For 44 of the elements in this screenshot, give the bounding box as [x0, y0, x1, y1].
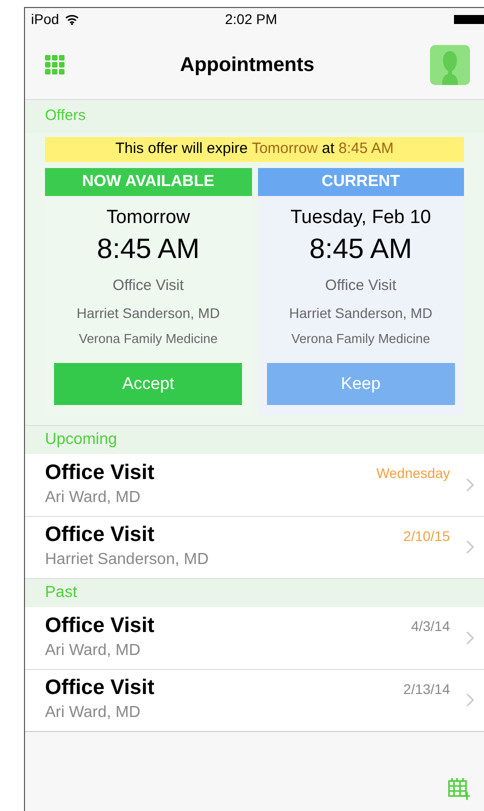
appointment-date: 2/13/14: [403, 680, 450, 698]
wifi-icon: [65, 14, 80, 24]
appointment-date: 4/3/14: [411, 616, 450, 636]
doctor-name: Harriet Sanderson, MD: [76, 304, 220, 323]
doctor-name: Ari Ward, MD: [45, 640, 142, 660]
chevron-icon: [466, 540, 474, 554]
clinic-name: Verona Family Medicine: [291, 330, 430, 348]
clinic-name: Verona Family Medicine: [78, 330, 218, 348]
visit-title: Office Visit: [45, 675, 156, 701]
appointment-time: 8:45 AM: [309, 232, 412, 264]
doctor-name: Harriet Sanderson, MD: [289, 304, 432, 323]
appointment-day: Tomorrow: [106, 204, 190, 232]
doctor-name: Harriet Sanderson, MD: [45, 550, 210, 570]
chevron-icon: [466, 630, 474, 644]
appointment-day: Tuesday, Feb 10: [290, 204, 431, 232]
visit-title: Office Visit: [45, 612, 156, 638]
device-name: iPod: [31, 10, 60, 28]
visit-type: Office Visit: [112, 276, 184, 296]
appointment-row[interactable]: Office Visit Harriet Sanderson, MD 2/10/15: [25, 516, 484, 578]
status-time: 2:02 PM: [225, 10, 278, 28]
screen-title: Appointments: [180, 52, 314, 78]
appointment-row[interactable]: Office Visit Ari Ward, MD 2/13/14: [25, 668, 484, 730]
appointment-date: Wednesday: [376, 464, 450, 483]
appointment-row[interactable]: Office Visit Ari Ward, MD Wednesday: [25, 454, 484, 516]
card-header: CURRENT: [258, 168, 464, 196]
battery-icon: [454, 15, 484, 24]
appointment-date: 2/10/15: [403, 526, 450, 546]
section-header: Offers: [45, 106, 86, 126]
section-header: Upcoming: [45, 430, 118, 450]
expiry-banner: This offer will expire Tomorrow at 8:45 AM: [45, 137, 464, 162]
section-header: Past: [45, 582, 78, 602]
doctor-name: Ari Ward, MD: [45, 703, 142, 723]
appointment-time: 8:45 AM: [96, 232, 200, 264]
grid-menu-icon[interactable]: [45, 54, 65, 74]
card-header: NOW AVAILABLE: [45, 168, 252, 196]
profile-avatar-icon[interactable]: [430, 44, 470, 84]
calendar-add-icon[interactable]: [448, 777, 470, 801]
chevron-icon: [466, 693, 474, 707]
visit-type: Office Visit: [325, 276, 396, 296]
doctor-name: Ari Ward, MD: [45, 488, 142, 508]
appointment-row[interactable]: Office Visit Ari Ward, MD 4/3/14: [25, 606, 484, 668]
visit-title: Office Visit: [45, 522, 156, 548]
chevron-icon: [466, 478, 474, 492]
visit-title: Office Visit: [45, 460, 156, 486]
